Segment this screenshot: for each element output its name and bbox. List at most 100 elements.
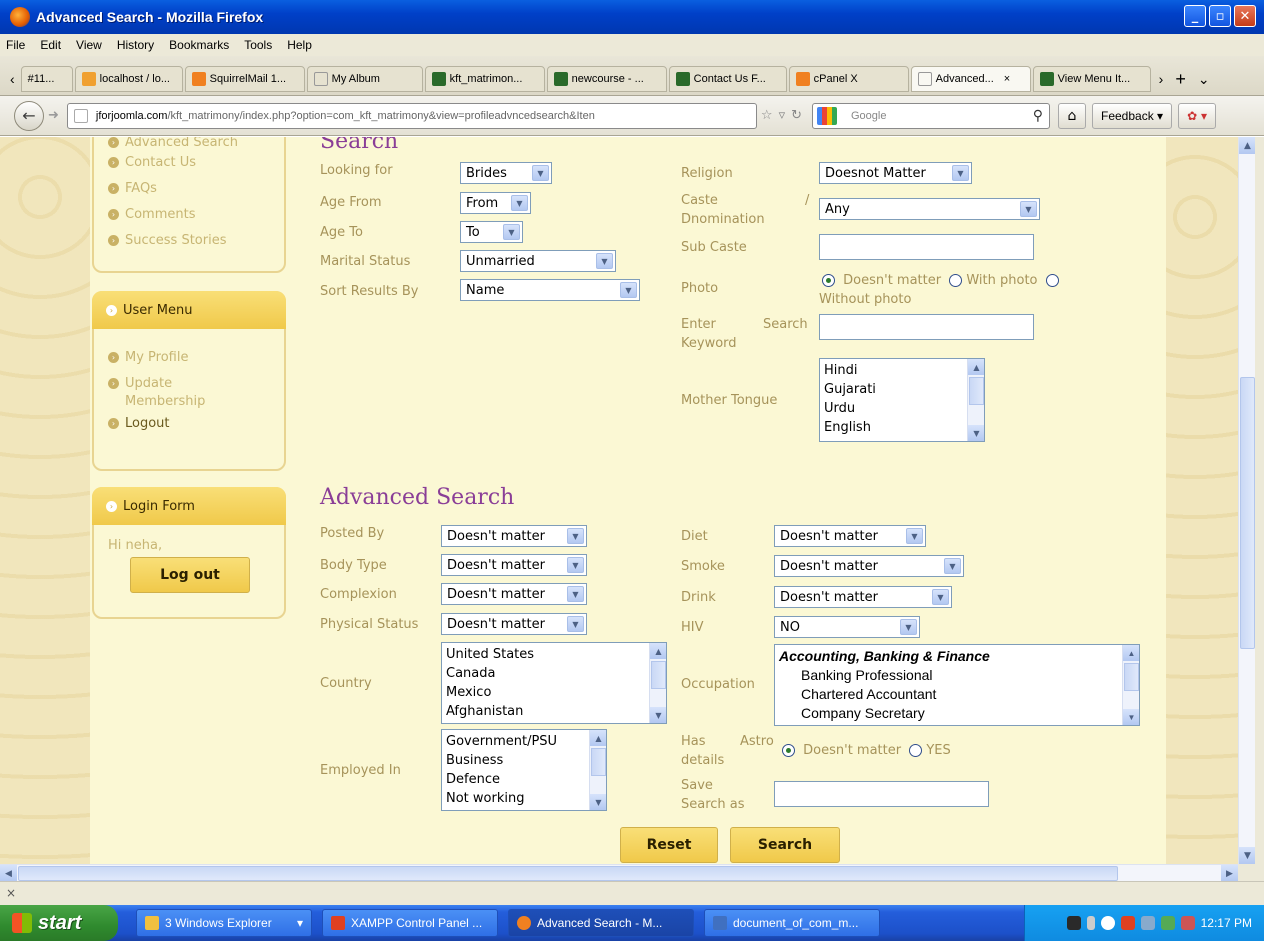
menu-view[interactable]: View [76, 38, 102, 52]
photo-without-photo-radio[interactable] [1045, 274, 1059, 287]
home-button[interactable]: ⌂ [1058, 102, 1086, 129]
list-item[interactable]: English [824, 418, 984, 437]
hiv-select[interactable]: NO ▼ [774, 616, 920, 638]
reload-icon[interactable]: ↻ [791, 108, 802, 123]
scroll-down-icon[interactable]: ▼ [1239, 847, 1256, 864]
list-item[interactable]: Defence [446, 770, 606, 789]
tab[interactable]: SquirrelMail 1... [184, 66, 305, 92]
scroll-thumb[interactable] [1240, 377, 1255, 649]
tab-scroll-left-icon[interactable]: ‹ [4, 66, 21, 92]
scroll-left-icon[interactable]: ◀ [0, 865, 17, 882]
magnifier-icon[interactable]: ⚲ [1033, 107, 1043, 124]
keyword-input[interactable] [819, 314, 1034, 340]
scroll-up-icon[interactable]: ▲ [1123, 645, 1139, 661]
tab[interactable]: newcourse - ... [546, 66, 667, 92]
minimize-button[interactable]: _ [1184, 5, 1206, 27]
scroll-down-icon[interactable]: ▼ [590, 794, 606, 810]
menu-link-contact-us[interactable]: › Contact Us [94, 150, 284, 176]
close-button[interactable]: ✕ [1234, 5, 1256, 27]
taskbar-item[interactable]: document_of_com_m... [704, 909, 880, 937]
list-item[interactable]: Banking Professional [779, 666, 1139, 685]
astro-doesnt-matter-radio[interactable] [782, 744, 795, 757]
looking-for-select[interactable]: Brides ▼ [460, 162, 552, 184]
start-button[interactable]: start [0, 905, 118, 941]
search-box[interactable]: Google ⚲ [812, 102, 1050, 129]
drink-select[interactable]: Doesn't matter ▼ [774, 586, 952, 608]
list-item[interactable]: Canada [446, 664, 666, 683]
tab-list-icon[interactable]: ⌄ [1192, 66, 1216, 92]
taskbar-item[interactable]: 3 Windows Explorer ▾ [136, 909, 312, 937]
dropdown-icon[interactable]: ▿ [779, 108, 786, 123]
mother-tongue-list[interactable]: Hindi Gujarati Urdu English ▲ ▼ [819, 358, 985, 442]
tray-icon[interactable] [1180, 916, 1195, 930]
taskbar-item-active[interactable]: Advanced Search - M... [508, 909, 694, 937]
list-item[interactable]: Urdu [824, 399, 984, 418]
scroll-down-icon[interactable]: ▼ [650, 707, 666, 723]
religion-select[interactable]: Doesnot Matter ▼ [819, 162, 972, 184]
menu-bookmarks[interactable]: Bookmarks [169, 38, 229, 52]
addon-button[interactable]: ✿ ▾ [1178, 102, 1217, 129]
scroll-up-icon[interactable]: ▲ [1239, 137, 1256, 154]
menu-file[interactable]: File [6, 38, 25, 52]
menu-tools[interactable]: Tools [244, 38, 272, 52]
tab[interactable]: View Menu It... [1032, 66, 1151, 92]
scroll-thumb[interactable] [651, 661, 666, 689]
employed-in-list[interactable]: Government/PSU Business Defence Not work… [441, 729, 607, 811]
feedback-button[interactable]: Feedback ▾ [1092, 102, 1173, 129]
maximize-button[interactable]: ▫ [1209, 5, 1231, 27]
back-button[interactable]: ← [14, 100, 44, 131]
tab[interactable]: cPanel X [788, 66, 909, 92]
physical-status-select[interactable]: Doesn't matter ▼ [441, 613, 587, 635]
menu-history[interactable]: History [117, 38, 154, 52]
tab-active[interactable]: Advanced... × [910, 66, 1031, 92]
menu-help[interactable]: Help [287, 38, 312, 52]
scroll-down-icon[interactable]: ▼ [968, 425, 984, 441]
close-addon-bar-icon[interactable]: × [6, 886, 16, 900]
new-tab-icon[interactable]: + [1169, 66, 1192, 92]
scroll-up-icon[interactable]: ▲ [650, 643, 666, 659]
posted-by-select[interactable]: Doesn't matter ▼ [441, 525, 587, 547]
list-scrollbar[interactable]: ▲ ▼ [967, 359, 984, 441]
menu-link-comments[interactable]: › Comments [94, 202, 284, 228]
tab[interactable]: localhost / lo... [74, 66, 183, 92]
list-item[interactable]: Not working [446, 789, 606, 808]
network-icon[interactable] [1086, 916, 1095, 930]
occupation-list[interactable]: Accounting, Banking & Finance Banking Pr… [774, 644, 1140, 726]
scroll-right-icon[interactable]: ▶ [1221, 865, 1238, 882]
scroll-thumb[interactable] [969, 377, 984, 405]
country-list[interactable]: United States Canada Mexico Afghanistan … [441, 642, 667, 724]
caste-select[interactable]: Any ▼ [819, 198, 1040, 220]
tab[interactable]: #11... [20, 66, 73, 92]
list-item[interactable]: Mexico [446, 683, 666, 702]
list-item[interactable]: Chartered Accountant [779, 685, 1139, 704]
reset-button[interactable]: Reset [620, 827, 718, 863]
menu-link-advanced-search[interactable]: › Advanced Search [94, 137, 284, 150]
menu-link-logout[interactable]: › Logout [94, 411, 284, 437]
scroll-down-icon[interactable]: ▼ [1123, 709, 1139, 725]
page-vertical-scrollbar[interactable]: ▲ ▼ [1238, 137, 1256, 864]
list-item[interactable]: Hindi [824, 361, 984, 380]
body-type-select[interactable]: Doesn't matter ▼ [441, 554, 587, 576]
scroll-up-icon[interactable]: ▲ [590, 730, 606, 746]
list-item[interactable]: United States [446, 645, 666, 664]
complexion-select[interactable]: Doesn't matter ▼ [441, 583, 587, 605]
search-button[interactable]: Search [730, 827, 840, 863]
astro-yes-radio[interactable] [909, 744, 923, 757]
page-identity-icon[interactable] [73, 108, 88, 123]
menu-edit[interactable]: Edit [40, 38, 61, 52]
tray-icon[interactable] [1160, 916, 1175, 930]
tab[interactable]: kft_matrimon... [424, 66, 545, 92]
list-scrollbar[interactable]: ▲ ▼ [589, 730, 606, 810]
diet-select[interactable]: Doesn't matter ▼ [774, 525, 926, 547]
tab-close-icon[interactable]: × [1004, 73, 1010, 85]
tab[interactable]: My Album [306, 66, 423, 92]
tray-expand-icon[interactable] [1100, 916, 1115, 930]
forward-button[interactable]: ➜ [48, 108, 59, 123]
scroll-thumb[interactable] [591, 748, 606, 776]
tab[interactable]: Contact Us F... [668, 66, 787, 92]
save-search-input[interactable] [774, 781, 989, 807]
log-out-button[interactable]: Log out [130, 557, 250, 593]
list-scrollbar[interactable]: ▲ ▼ [649, 643, 666, 723]
age-to-select[interactable]: To ▼ [460, 221, 523, 243]
menu-link-success-stories[interactable]: › Success Stories [94, 228, 284, 254]
